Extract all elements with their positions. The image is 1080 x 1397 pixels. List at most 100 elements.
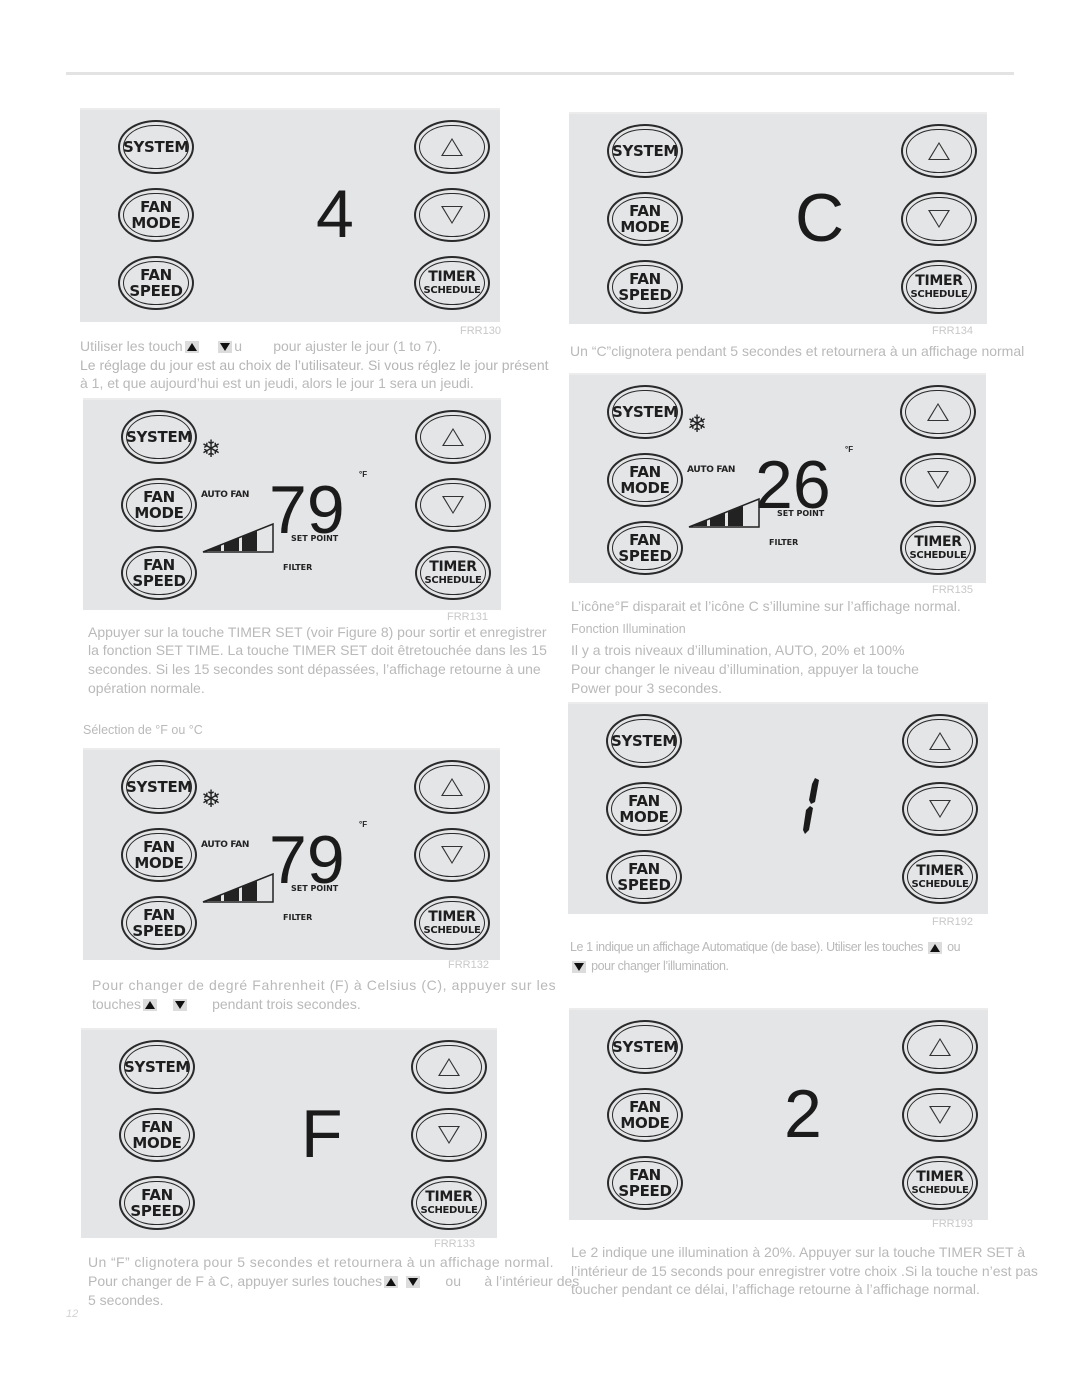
fan-mode-button[interactable]: FAN MODE <box>607 192 683 246</box>
up-arrow-icon <box>184 341 199 354</box>
fan-speed-button[interactable]: FAN SPEED <box>119 1176 195 1230</box>
fan-speed-button[interactable]: FAN SPEED <box>118 256 194 310</box>
thermostat-panel: SYSTEM FAN MODE FAN SPEED TIMER SCHEDULE F <box>81 1028 497 1238</box>
fan-speed-button[interactable]: FAN SPEED <box>121 896 197 950</box>
digit-display: F <box>301 1096 343 1172</box>
filter-label: FILTER <box>769 538 799 547</box>
fan-mode-button[interactable]: FAN MODE <box>118 188 194 242</box>
down-button[interactable] <box>414 828 490 882</box>
up-button[interactable] <box>415 410 491 464</box>
down-button[interactable] <box>414 188 490 242</box>
instruction-text: Utiliser les touch u pour ajuster le jou… <box>80 338 442 354</box>
auto-fan-label: AUTO FAN <box>687 465 736 475</box>
fan-mode-button[interactable]: FAN MODE <box>607 453 683 507</box>
up-button[interactable] <box>902 714 978 768</box>
timer-schedule-button[interactable]: TIMER SCHEDULE <box>411 1176 487 1230</box>
instruction-text: 5 secondes. <box>88 1292 164 1308</box>
instruction-text: Appuyer sur la touche TIMER SET (voir Fi… <box>88 624 547 640</box>
down-arrow-icon <box>438 1126 460 1144</box>
system-button[interactable]: SYSTEM <box>607 1020 683 1074</box>
system-button[interactable]: SYSTEM <box>606 714 682 768</box>
down-button[interactable] <box>411 1108 487 1162</box>
timer-schedule-button[interactable]: TIMER SCHEDULE <box>902 1156 978 1210</box>
up-arrow-icon <box>928 142 950 160</box>
instruction-text: la fonction SET TIME. La touche TIMER SE… <box>88 642 547 658</box>
down-button[interactable] <box>901 192 977 246</box>
up-button[interactable] <box>901 124 977 178</box>
up-arrow-icon <box>384 1276 399 1289</box>
down-arrow-icon <box>442 496 464 514</box>
instruction-text: Pour changer le niveau d’illumination, a… <box>571 661 919 677</box>
instruction-text: secondes. Si les 15 secondes sont dépass… <box>88 661 541 677</box>
system-button[interactable]: SYSTEM <box>121 760 197 814</box>
fan-speed-bar-icon <box>202 872 274 903</box>
fan-mode-button[interactable]: FAN MODE <box>606 782 682 836</box>
timer-schedule-button[interactable]: TIMER SCHEDULE <box>414 896 490 950</box>
set-point-label: SET POINT <box>291 534 339 543</box>
degree-f-indicator: °F <box>845 445 854 454</box>
down-arrow-icon <box>441 206 463 224</box>
down-button[interactable] <box>902 782 978 836</box>
figure-label: FRR135 <box>932 584 973 596</box>
down-button[interactable] <box>902 1088 978 1142</box>
up-button[interactable] <box>414 120 490 174</box>
up-button[interactable] <box>902 1020 978 1074</box>
fan-speed-button[interactable]: FAN SPEED <box>606 850 682 904</box>
system-button[interactable]: SYSTEM <box>119 1040 195 1094</box>
figure-label: FRR192 <box>932 916 973 928</box>
fan-mode-button[interactable]: FAN MODE <box>607 1088 683 1142</box>
fan-mode-button[interactable]: FAN MODE <box>121 478 197 532</box>
timer-schedule-button[interactable]: TIMER SCHEDULE <box>901 260 977 314</box>
instruction-text: pour changer l’illumination. <box>570 957 729 976</box>
system-button[interactable]: SYSTEM <box>607 124 683 178</box>
instruction-text: Un “C”clignotera pendant 5 secondes et r… <box>570 343 1025 359</box>
fan-speed-level-3 <box>242 531 257 551</box>
fan-speed-button[interactable]: FAN SPEED <box>607 1156 683 1210</box>
instruction-text: Pour changer de degré Fahrenheit (F) à C… <box>92 977 557 993</box>
down-arrow-icon <box>927 471 949 489</box>
down-arrow-icon <box>929 1106 951 1124</box>
up-button[interactable] <box>414 760 490 814</box>
fan-speed-button[interactable]: FAN SPEED <box>607 260 683 314</box>
fan-speed-button[interactable]: FAN SPEED <box>121 546 197 600</box>
timer-schedule-button[interactable]: TIMER SCHEDULE <box>902 850 978 904</box>
down-arrow-icon <box>172 999 187 1012</box>
system-button[interactable]: SYSTEM <box>118 120 194 174</box>
degree-f-indicator: °F <box>359 470 368 479</box>
instruction-text: Un “F” clignotera pour 5 secondes et ret… <box>88 1254 554 1270</box>
thermostat-panel: SYSTEM FAN MODE FAN SPEED TIMER SCHEDULE ❄ … <box>83 398 501 610</box>
timer-schedule-button[interactable]: TIMER SCHEDULE <box>900 521 976 575</box>
up-arrow-icon <box>438 1058 460 1076</box>
down-button[interactable] <box>900 453 976 507</box>
timer-schedule-button[interactable]: TIMER SCHEDULE <box>415 546 491 600</box>
up-arrow-icon <box>927 403 949 421</box>
instruction-text: L’icône°F disparait et l’icône C s’illum… <box>571 598 961 614</box>
filter-label: FILTER <box>283 563 313 572</box>
section-heading: Sélection de °F ou °C <box>83 723 203 737</box>
up-arrow-icon <box>441 778 463 796</box>
timer-schedule-button[interactable]: TIMER SCHEDULE <box>414 256 490 310</box>
down-button[interactable] <box>415 478 491 532</box>
auto-fan-label: AUTO FAN <box>201 840 250 850</box>
up-button[interactable] <box>900 385 976 439</box>
down-arrow-icon <box>441 846 463 864</box>
fan-speed-button[interactable]: FAN SPEED <box>607 521 683 575</box>
fan-speed-bar-icon <box>688 497 760 528</box>
instruction-text: Le réglage du jour est au choix de l’uti… <box>80 357 549 373</box>
fan-mode-button[interactable]: FAN MODE <box>119 1108 195 1162</box>
instruction-text: Le 2 indique une illumination à 20%. App… <box>571 1244 1025 1260</box>
system-button[interactable]: SYSTEM <box>121 410 197 464</box>
up-arrow-icon <box>929 1038 951 1056</box>
figure-label: FRR131 <box>447 611 488 623</box>
figure-label: FRR193 <box>932 1218 973 1230</box>
instruction-text: Le 1 indique un affichage Automatique (d… <box>570 940 961 954</box>
fan-mode-button[interactable]: FAN MODE <box>121 828 197 882</box>
thermostat-panel: SYSTEM FAN MODE FAN SPEED TIMER SCHEDULE 4 <box>80 108 500 322</box>
instruction-text: à 1, et que aujourd’hui est un jeudi, al… <box>80 375 474 391</box>
up-arrow-icon <box>441 138 463 156</box>
snowflake-icon: ❄ <box>201 436 222 463</box>
system-button[interactable]: SYSTEM <box>607 385 683 439</box>
auto-fan-label: AUTO FAN <box>201 490 250 500</box>
up-button[interactable] <box>411 1040 487 1094</box>
up-arrow-icon <box>143 999 158 1012</box>
